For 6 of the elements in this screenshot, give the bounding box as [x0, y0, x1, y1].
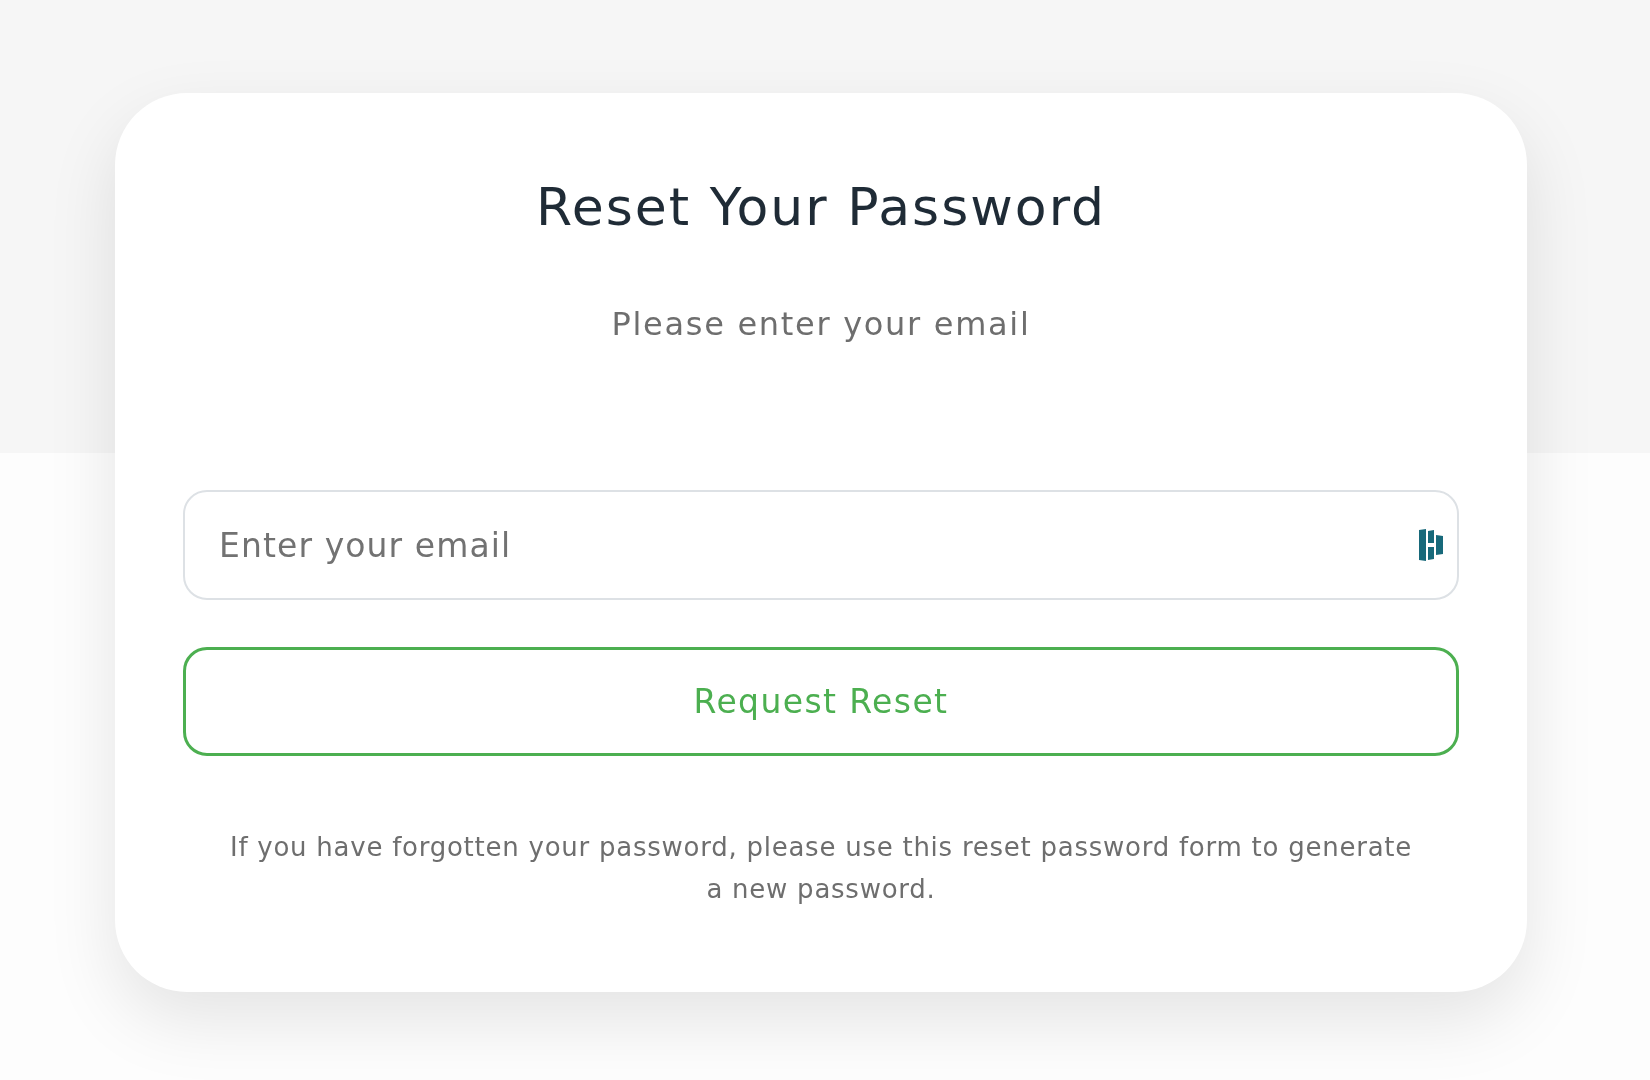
email-field[interactable]: Enter your email [183, 490, 1459, 600]
request-reset-button[interactable]: Request Reset [183, 647, 1459, 756]
subtitle-text: Please enter your email [611, 304, 1031, 344]
help-text: If you have forgotten your password, please use this reset password form to generate a new password. [229, 831, 1413, 906]
page-title: Reset Your Password [535, 177, 1107, 237]
vertical-bars-icon [1419, 529, 1443, 561]
